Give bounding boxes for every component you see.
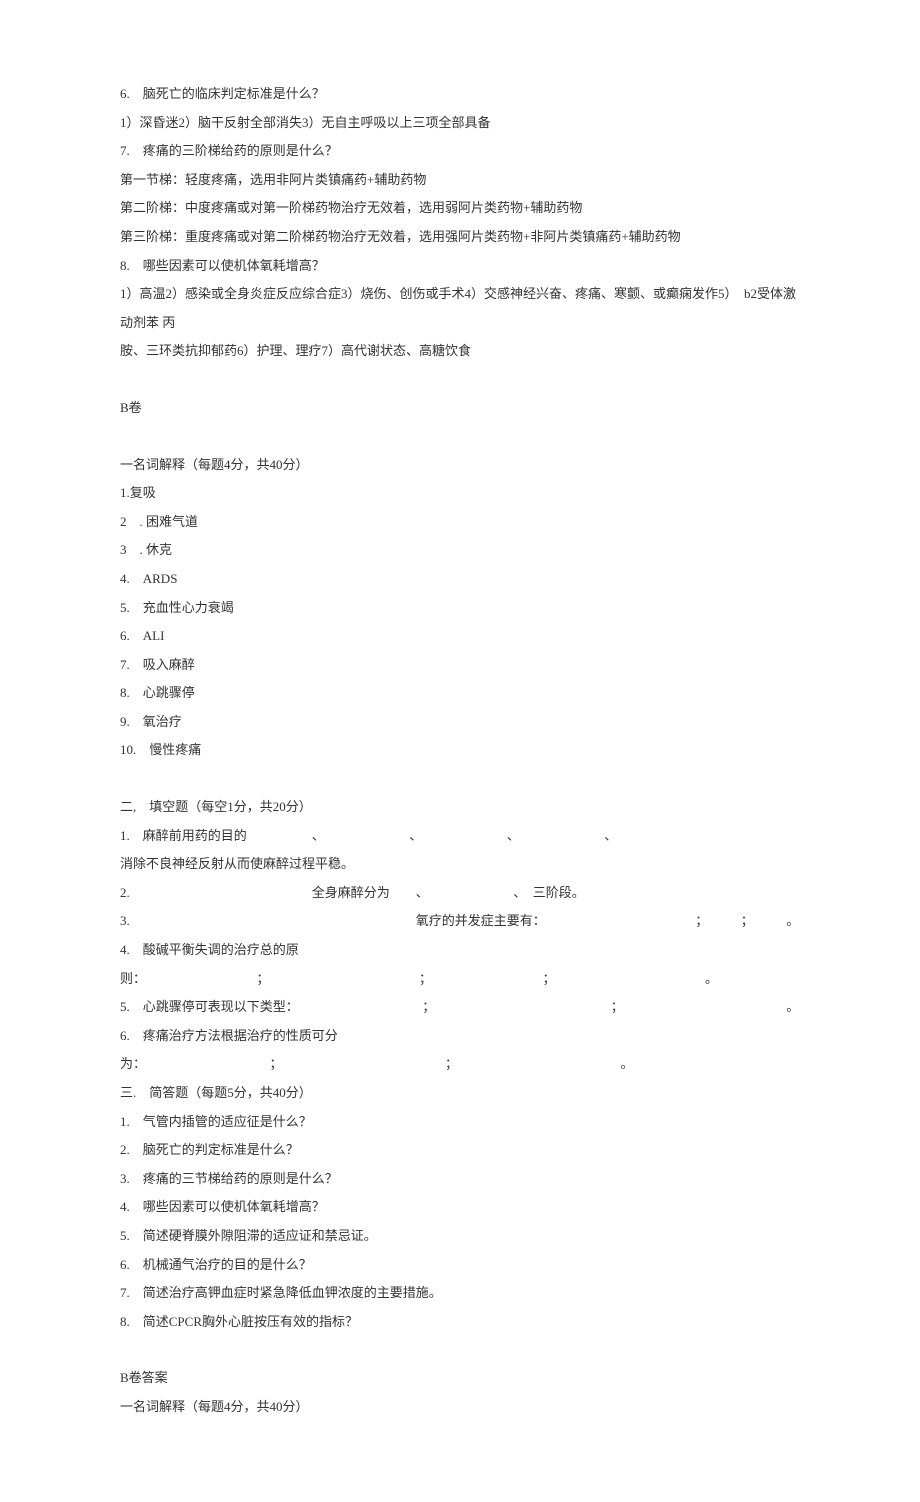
q7-question: 7. 疼痛的三阶梯给药的原则是什么？ — [120, 137, 800, 166]
short-question: 7. 简述治疗高钾血症时紧急降低血钾浓度的主要措施。 — [120, 1279, 800, 1308]
part3-title: 三. 简答题（每题5分，共40分） — [120, 1079, 800, 1108]
fill-item-3: 3. 氧疗的并发症主要有： ； ； 。 — [120, 907, 800, 936]
fill-item-1b: 消除不良神经反射从而使麻醉过程平稳。 — [120, 850, 800, 879]
term-item: 8. 心跳骤停 — [120, 679, 800, 708]
section-b-title: B卷 — [120, 394, 800, 423]
part2-title: 二, 填空题（每空1分，共20分） — [120, 793, 800, 822]
short-question: 1. 气管内插管的适应征是什么？ — [120, 1108, 800, 1137]
short-question: 8. 简述CPCR胸外心脏按压有效的指标？ — [120, 1308, 800, 1337]
q6-question: 6. 脑死亡的临床判定标准是什么？ — [120, 80, 800, 109]
q8-question: 8. 哪些因素可以使机体氧耗增高？ — [120, 252, 800, 281]
q8-answer1: 1）高温2）感染或全身炎症反应综合症3）烧伤、创伤或手术4）交感神经兴奋、疼痛、… — [120, 280, 800, 337]
fill-item-4b: 则： ； ； ； 。 — [120, 965, 800, 994]
q7-line1: 第一节梯：轻度疼痛，选用非阿片类镇痛药+辅助药物 — [120, 166, 800, 195]
term-item: 3 . 休克 — [120, 536, 800, 565]
fill-item-5: 5. 心跳骤停可表现以下类型： ； ； 。 — [120, 993, 800, 1022]
fill-item-1a: 1. 麻醉前用药的目的 、 、 、 、 — [120, 822, 800, 851]
q6-answer: 1）深昏迷2）脑干反射全部消失3）无自主呼吸以上三项全部具备 — [120, 109, 800, 138]
fill-item-6a: 6. 疼痛治疗方法根据治疗的性质可分 — [120, 1022, 800, 1051]
short-question: 3. 疼痛的三节梯给药的原则是什么？ — [120, 1165, 800, 1194]
fill-item-2: 2. 全身麻醉分为 、 、 三阶段。 — [120, 879, 800, 908]
term-item: 5. 充血性心力衰竭 — [120, 594, 800, 623]
term-item: 4. ARDS — [120, 565, 800, 594]
term-item: 9. 氧治疗 — [120, 708, 800, 737]
fill-item-4a: 4. 酸碱平衡失调的治疗总的原 — [120, 936, 800, 965]
q7-line3: 第三阶梯：重度疼痛或对第二阶梯药物治疗无效着，选用强阿片类药物+非阿片类镇痛药+… — [120, 223, 800, 252]
term-item: 1.复吸 — [120, 479, 800, 508]
term-item: 6. ALI — [120, 622, 800, 651]
answer-b-subtitle: 一名词解释（每题4分，共40分） — [120, 1393, 800, 1422]
short-question: 4. 哪些因素可以使机体氧耗增高？ — [120, 1193, 800, 1222]
fill-item-6b: 为： ； ； 。 — [120, 1050, 800, 1079]
term-item: 10. 慢性疼痛 — [120, 736, 800, 765]
q8-answer2: 胺、三环类抗抑郁药6）护理、理疗7）高代谢状态、高糖饮食 — [120, 337, 800, 366]
term-item: 2 . 困难气道 — [120, 508, 800, 537]
answer-b-title: B卷答案 — [120, 1364, 800, 1393]
term-item: 7. 吸入麻醉 — [120, 651, 800, 680]
short-question: 6. 机械通气治疗的目的是什么？ — [120, 1251, 800, 1280]
q7-line2: 第二阶梯：中度疼痛或对第一阶梯药物治疗无效着，选用弱阿片类药物+辅助药物 — [120, 194, 800, 223]
part1-title: 一名词解释（每题4分，共40分） — [120, 451, 800, 480]
short-question: 2. 脑死亡的判定标准是什么？ — [120, 1136, 800, 1165]
short-question: 5. 简述硬脊膜外隙阻滞的适应证和禁忌证。 — [120, 1222, 800, 1251]
